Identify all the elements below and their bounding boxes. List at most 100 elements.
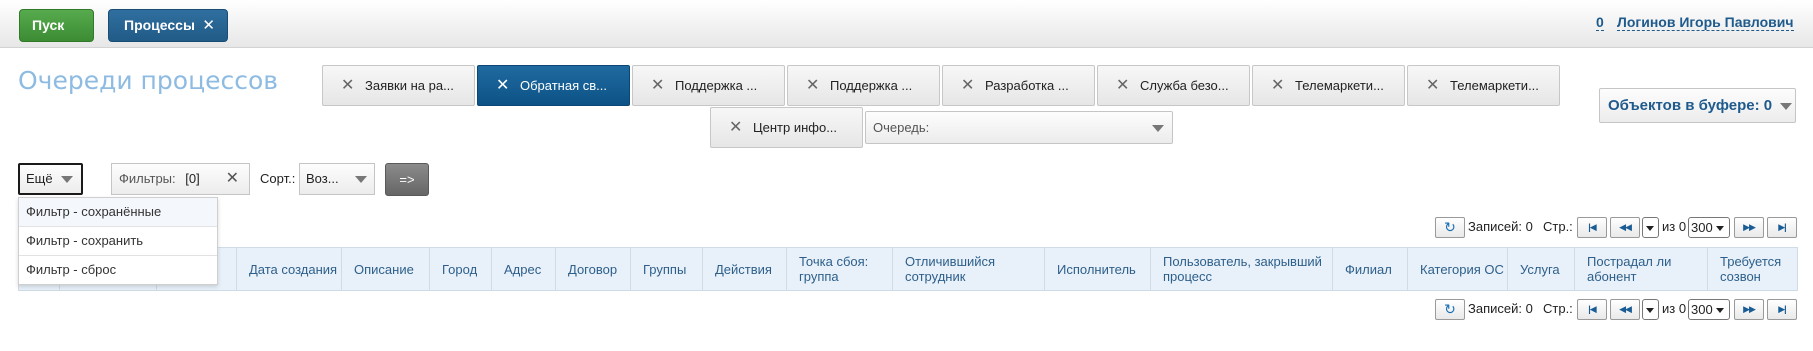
total-pages: из 0 <box>1662 301 1687 316</box>
queue-tab-label: Поддержка ... <box>830 78 913 93</box>
pager-top: ↻ Записей: 0 Стр.: |◀ ◀◀ из 0 300 ▶▶ ▶| <box>1435 217 1799 239</box>
queue-tab-1[interactable]: ✕ Заявки на ра... <box>322 65 475 106</box>
page-number-select[interactable] <box>1642 299 1659 320</box>
chevron-down-icon <box>1646 226 1654 231</box>
close-icon[interactable]: ✕ <box>341 66 354 105</box>
page-size-value: 300 <box>1691 220 1713 235</box>
close-icon[interactable]: ✕ <box>1271 66 1284 105</box>
page-size-select[interactable]: 300 <box>1688 299 1730 320</box>
filters-count: [0] <box>185 171 200 186</box>
last-page-button[interactable]: ▶| <box>1767 299 1797 320</box>
column-header-failure-group[interactable]: Точка сбоя: группа <box>786 248 892 290</box>
last-page-button[interactable]: ▶| <box>1767 217 1797 238</box>
records-count: Записей: 0 <box>1468 301 1533 316</box>
start-button[interactable]: Пуск <box>19 9 94 42</box>
first-page-button[interactable]: |◀ <box>1577 299 1607 320</box>
column-header-created-date[interactable]: Дата создания <box>236 248 341 290</box>
page-label: Стр.: <box>1543 301 1573 316</box>
queue-tab-5[interactable]: ✕ Разработка ... <box>942 65 1095 106</box>
column-header-callback-required[interactable]: Требуется созвон <box>1707 248 1797 290</box>
close-icon[interactable]: ✕ <box>202 10 215 41</box>
chevron-down-icon <box>1716 226 1724 231</box>
notification-count[interactable]: 0 <box>1596 15 1604 31</box>
close-icon[interactable]: ✕ <box>806 66 819 105</box>
chevron-down-icon <box>355 176 367 183</box>
close-icon[interactable]: ✕ <box>1116 66 1129 105</box>
queue-tab-2[interactable]: ✕ Обратная св... <box>477 65 630 106</box>
page-size-select[interactable]: 300 <box>1688 217 1730 238</box>
more-label: Ещё <box>26 171 53 186</box>
menu-item-save-filter[interactable]: Фильтр - сохранить <box>19 227 217 256</box>
column-header-address[interactable]: Адрес <box>491 248 555 290</box>
pager-bottom: ↻ Записей: 0 Стр.: |◀ ◀◀ из 0 300 ▶▶ ▶| <box>1435 299 1799 321</box>
queue-tab-8[interactable]: ✕ Телемаркети... <box>1407 65 1560 106</box>
page-label: Стр.: <box>1543 219 1573 234</box>
page-size-value: 300 <box>1691 302 1713 317</box>
queue-tab-7[interactable]: ✕ Телемаркети... <box>1252 65 1405 106</box>
queue-tab-9[interactable]: ✕ Центр инфо... <box>710 107 863 148</box>
column-header-description[interactable]: Описание <box>341 248 429 290</box>
chevron-down-icon <box>61 176 73 183</box>
close-icon[interactable]: ✕ <box>1426 66 1439 105</box>
apply-button[interactable]: => <box>385 163 429 196</box>
top-bar: Пуск Процессы ✕ 0 Логинов Игорь Павлович <box>0 0 1813 48</box>
more-menu: Фильтр - сохранённые Фильтр - сохранить … <box>18 197 218 285</box>
chevron-down-icon <box>1152 125 1164 132</box>
more-button[interactable]: Ещё <box>18 163 83 195</box>
close-icon[interactable]: ✕ <box>651 66 664 105</box>
page-title: Очереди процессов <box>18 66 278 95</box>
page-number-select[interactable] <box>1642 217 1659 238</box>
close-icon[interactable]: ✕ <box>729 108 742 147</box>
queue-tab-label: Центр инфо... <box>753 120 838 135</box>
tab-processes[interactable]: Процессы ✕ <box>108 9 228 42</box>
buffer-label: Объектов в буфере: 0 <box>1608 97 1773 114</box>
records-count: Записей: 0 <box>1468 219 1533 234</box>
menu-item-saved-filters[interactable]: Фильтр - сохранённые <box>19 198 217 227</box>
column-header-subscriber-affected[interactable]: Пострадал ли абонент <box>1574 248 1707 290</box>
queue-tab-6[interactable]: ✕ Служба безо... <box>1097 65 1250 106</box>
filters-label: Фильтры: <box>119 171 176 186</box>
sort-value: Воз... <box>306 171 339 186</box>
chevron-down-icon <box>1716 308 1724 313</box>
queue-tab-4[interactable]: ✕ Поддержка ... <box>787 65 940 106</box>
column-header-closed-by[interactable]: Пользователь, закрывший процесс <box>1150 248 1332 290</box>
filters-field[interactable]: Фильтры: [0] ✕ <box>111 163 250 195</box>
menu-item-reset-filter[interactable]: Фильтр - сброс <box>19 256 217 285</box>
column-header-branch[interactable]: Филиал <box>1332 248 1407 290</box>
refresh-icon[interactable]: ↻ <box>1435 217 1465 238</box>
next-page-button[interactable]: ▶▶ <box>1734 299 1764 320</box>
chevron-down-icon <box>1646 308 1654 313</box>
queue-tab-label: Телемаркети... <box>1450 78 1539 93</box>
user-name-link[interactable]: Логинов Игорь Павлович <box>1617 15 1794 31</box>
column-header-os-category[interactable]: Категория ОС <box>1407 248 1507 290</box>
column-header-contract[interactable]: Договор <box>555 248 630 290</box>
queue-tab-label: Заявки на ра... <box>365 78 454 93</box>
column-header-executor[interactable]: Исполнитель <box>1044 248 1150 290</box>
queue-tab-label: Служба безо... <box>1140 78 1229 93</box>
next-page-button[interactable]: ▶▶ <box>1734 217 1764 238</box>
close-icon[interactable]: ✕ <box>961 66 974 105</box>
first-page-button[interactable]: |◀ <box>1577 217 1607 238</box>
column-header-distinguished-employee[interactable]: Отличившийся сотрудник <box>892 248 1044 290</box>
queue-tab-3[interactable]: ✕ Поддержка ... <box>632 65 785 106</box>
sort-select[interactable]: Воз... <box>299 163 375 195</box>
column-header-city[interactable]: Город <box>429 248 491 290</box>
queue-tab-label: Поддержка ... <box>675 78 758 93</box>
column-header-groups[interactable]: Группы <box>630 248 702 290</box>
refresh-icon[interactable]: ↻ <box>1435 299 1465 320</box>
tab-processes-label: Процессы <box>124 17 195 33</box>
queue-tab-label: Разработка ... <box>985 78 1069 93</box>
column-header-service[interactable]: Услуга <box>1507 248 1574 290</box>
close-icon[interactable]: ✕ <box>496 66 509 105</box>
column-header-actions[interactable]: Действия <box>702 248 786 290</box>
queue-select-label: Очередь: <box>873 120 930 135</box>
total-pages: из 0 <box>1662 219 1687 234</box>
queue-tab-label: Обратная св... <box>520 78 607 93</box>
prev-page-button[interactable]: ◀◀ <box>1610 299 1640 320</box>
clear-filters-icon[interactable]: ✕ <box>226 164 239 194</box>
queue-tab-label: Телемаркети... <box>1295 78 1384 93</box>
prev-page-button[interactable]: ◀◀ <box>1610 217 1640 238</box>
queue-select[interactable]: Очередь: <box>865 111 1173 144</box>
sort-label: Сорт.: <box>260 171 296 186</box>
buffer-dropdown[interactable]: Объектов в буфере: 0 <box>1599 88 1796 123</box>
